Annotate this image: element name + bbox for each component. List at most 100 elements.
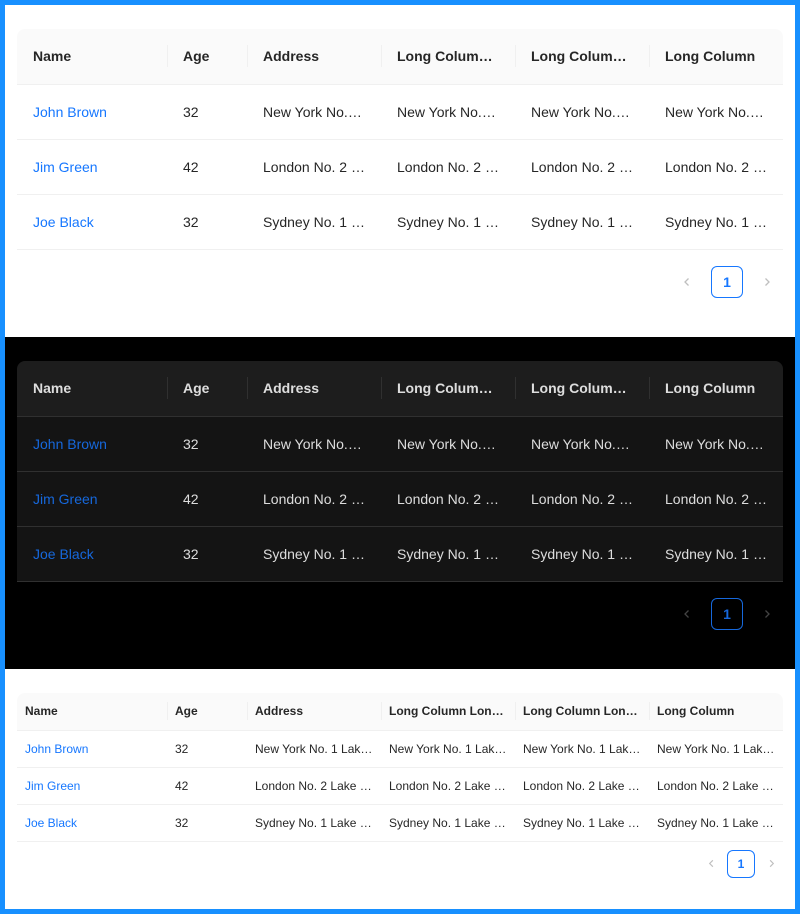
long-cell: London No. 2 Lake Park — [515, 139, 649, 195]
age-cell: 32 — [167, 804, 247, 842]
small-table-section: Name Age Address Long Column Long Column… — [5, 669, 795, 909]
name-link[interactable]: Joe Black — [25, 816, 77, 830]
column-header-long-3: Long Column — [649, 29, 783, 85]
address-cell: Sydney No. 1 Lake Park — [247, 194, 381, 250]
long-cell: London No. 2 Lake Park — [381, 767, 515, 805]
table-row: Joe Black 32 Sydney No. 1 Lake Park Sydn… — [17, 526, 783, 582]
column-header-address: Address — [247, 361, 381, 417]
long-cell: London No. 2 Lake Park — [649, 139, 783, 195]
address-cell: New York No. 1 Lake Park — [247, 416, 381, 472]
long-cell: New York No. 1 Lake Park — [649, 84, 783, 140]
page-1-button[interactable]: 1 — [727, 849, 755, 878]
long-cell: London No. 2 Lake Park — [649, 767, 783, 805]
table-row: Jim Green 42 London No. 2 Lake Park Lond… — [17, 139, 783, 195]
long-cell: New York No. 1 Lake Park — [649, 730, 783, 768]
age-cell: 32 — [167, 194, 247, 250]
address-cell: New York No. 1 Lake Park — [247, 84, 381, 140]
long-cell: Sydney No. 1 Lake Park — [649, 194, 783, 250]
long-cell: Sydney No. 1 Lake Park — [381, 804, 515, 842]
name-link[interactable]: Joe Black — [33, 214, 94, 230]
table-header-row: Name Age Address Long Column Long Column… — [17, 361, 783, 417]
long-cell: Sydney No. 1 Lake Park — [381, 526, 515, 582]
column-header-age: Age — [167, 361, 247, 417]
long-cell: New York No. 1 Lake Park — [515, 84, 649, 140]
name-link[interactable]: Jim Green — [33, 159, 98, 175]
small-table: Name Age Address Long Column Long Column… — [17, 693, 783, 842]
long-cell: Sydney No. 1 Lake Park — [515, 804, 649, 842]
name-link[interactable]: Jim Green — [25, 779, 80, 793]
long-cell: Sydney No. 1 Lake Park — [649, 804, 783, 842]
table-row: Jim Green 42 London No. 2 Lake Park Lond… — [17, 471, 783, 527]
pagination: 1 — [17, 597, 783, 630]
column-header-long-1: Long Column Long Column Long Column — [381, 29, 515, 85]
table-header-row: Name Age Address Long Column Long Column… — [17, 693, 783, 731]
address-cell: London No. 2 Lake Park — [247, 767, 381, 805]
name-link[interactable]: Joe Black — [33, 546, 94, 562]
column-header-name: Name — [17, 693, 167, 731]
age-cell: 32 — [167, 84, 247, 140]
long-cell: Sydney No. 1 Lake Park — [649, 526, 783, 582]
age-cell: 42 — [167, 471, 247, 527]
address-cell: London No. 2 Lake Park — [247, 471, 381, 527]
column-header-long-2: Long Column Long Column — [515, 29, 649, 85]
chevron-left-icon[interactable] — [671, 598, 703, 630]
page-1-button[interactable]: 1 — [711, 597, 743, 630]
long-cell: Sydney No. 1 Lake Park — [381, 194, 515, 250]
light-table-section: Name Age Address Long Column Long Column… — [5, 5, 795, 337]
long-cell: New York No. 1 Lake Park — [515, 730, 649, 768]
light-table: Name Age Address Long Column Long Column… — [17, 29, 783, 250]
chevron-left-icon[interactable] — [699, 852, 723, 876]
age-cell: 32 — [167, 730, 247, 768]
long-cell: New York No. 1 Lake Park — [381, 730, 515, 768]
address-cell: London No. 2 Lake Park — [247, 139, 381, 195]
table-row: Joe Black 32 Sydney No. 1 Lake Park Sydn… — [17, 194, 783, 250]
column-header-long-3: Long Column — [649, 361, 783, 417]
table-row: Joe Black 32 Sydney No. 1 Lake Park Sydn… — [17, 804, 783, 842]
long-cell: Sydney No. 1 Lake Park — [515, 526, 649, 582]
long-cell: London No. 2 Lake Park — [649, 471, 783, 527]
table-row: John Brown 32 New York No. 1 Lake Park N… — [17, 416, 783, 472]
name-link[interactable]: Jim Green — [33, 491, 98, 507]
long-cell: London No. 2 Lake Park — [381, 471, 515, 527]
chevron-right-icon[interactable] — [751, 266, 783, 298]
long-cell: London No. 2 Lake Park — [515, 471, 649, 527]
chevron-left-icon[interactable] — [671, 266, 703, 298]
long-cell: London No. 2 Lake Park — [515, 767, 649, 805]
dark-table-section: Name Age Address Long Column Long Column… — [5, 337, 795, 669]
table-row: John Brown 32 New York No. 1 Lake Park N… — [17, 730, 783, 768]
long-cell: New York No. 1 Lake Park — [649, 416, 783, 472]
table-header-row: Name Age Address Long Column Long Column… — [17, 29, 783, 85]
page-1-button[interactable]: 1 — [711, 265, 743, 298]
pagination: 1 — [17, 849, 783, 878]
pagination: 1 — [17, 265, 783, 298]
age-cell: 32 — [167, 416, 247, 472]
chevron-right-icon[interactable] — [759, 852, 783, 876]
long-cell: Sydney No. 1 Lake Park — [515, 194, 649, 250]
column-header-name: Name — [17, 29, 167, 85]
column-header-address: Address — [247, 693, 381, 731]
address-cell: Sydney No. 1 Lake Park — [247, 526, 381, 582]
dark-table: Name Age Address Long Column Long Column… — [17, 361, 783, 582]
column-header-long-2: Long Column Long Column — [515, 361, 649, 417]
column-header-long-3: Long Column — [649, 693, 783, 731]
name-link[interactable]: John Brown — [33, 104, 107, 120]
address-cell: New York No. 1 Lake Park — [247, 730, 381, 768]
column-header-age: Age — [167, 29, 247, 85]
age-cell: 42 — [167, 139, 247, 195]
table-row: Jim Green 42 London No. 2 Lake Park Lond… — [17, 767, 783, 805]
column-header-age: Age — [167, 693, 247, 731]
long-cell: New York No. 1 Lake Park — [381, 84, 515, 140]
name-link[interactable]: John Brown — [25, 742, 88, 756]
column-header-name: Name — [17, 361, 167, 417]
chevron-right-icon[interactable] — [751, 598, 783, 630]
table-row: John Brown 32 New York No. 1 Lake Park N… — [17, 84, 783, 140]
column-header-long-2: Long Column Long Column — [515, 693, 649, 731]
long-cell: New York No. 1 Lake Park — [515, 416, 649, 472]
column-header-long-1: Long Column Long Column Long Column — [381, 361, 515, 417]
age-cell: 42 — [167, 767, 247, 805]
column-header-long-1: Long Column Long Column Long Column — [381, 693, 515, 731]
column-header-address: Address — [247, 29, 381, 85]
long-cell: London No. 2 Lake Park — [381, 139, 515, 195]
name-link[interactable]: John Brown — [33, 436, 107, 452]
long-cell: New York No. 1 Lake Park — [381, 416, 515, 472]
